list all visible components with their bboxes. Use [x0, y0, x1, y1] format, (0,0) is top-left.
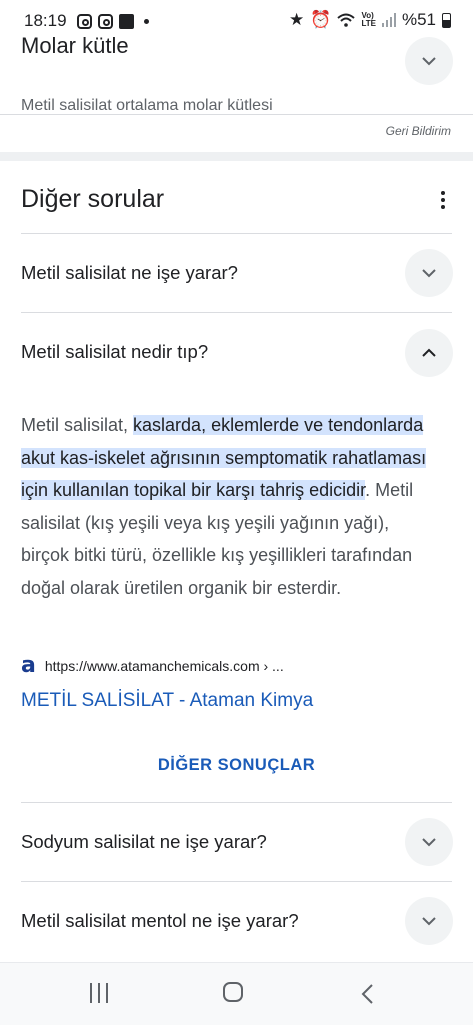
chevron-down-icon	[422, 917, 436, 926]
battery-icon	[442, 12, 451, 28]
section-gap	[0, 152, 473, 161]
home-icon[interactable]	[223, 982, 243, 1002]
source-url: https://www.atamanchemicals.com › ...	[44, 658, 284, 674]
other-questions-title: Diğer sorular	[21, 185, 165, 213]
divider	[21, 312, 452, 313]
wifi-icon	[337, 13, 356, 27]
question-text: Sodyum salisilat ne işe yarar?	[21, 831, 267, 852]
question-text: Metil salisilat ne işe yarar?	[21, 262, 238, 283]
more-results-button[interactable]: DİĞER SONUÇLAR	[0, 756, 473, 775]
chevron-down-icon	[422, 838, 436, 847]
question-expand-button[interactable]	[405, 818, 453, 866]
chevron-down-icon	[422, 57, 436, 66]
molar-mass-subtitle: Metil salisilat ortalama molar kütlesi	[21, 97, 273, 114]
alarm-icon: ⏰	[310, 10, 332, 29]
chevron-up-icon	[422, 348, 436, 357]
battery-percent: %51	[401, 10, 436, 29]
chevron-down-icon	[422, 269, 436, 278]
molar-mass-title: Molar kütle	[21, 33, 129, 58]
system-navigation-bar	[0, 962, 473, 1025]
signal-icon	[381, 13, 396, 27]
question-expand-button[interactable]	[405, 897, 453, 945]
source-title-link[interactable]: METİL SALİSİLAT - Ataman Kimya	[21, 690, 313, 712]
divider	[21, 802, 452, 803]
instagram-icon	[76, 13, 92, 29]
feedback-link[interactable]: Geri Bildirim	[386, 124, 451, 138]
star-icon: ★	[289, 10, 305, 29]
gallery-icon	[118, 13, 134, 29]
clock: 18:19	[24, 11, 67, 30]
question-expand-button[interactable]	[405, 249, 453, 297]
question-text: Metil salisilat nedir tıp?	[21, 341, 209, 362]
question-text: Metil salisilat mentol ne işe yarar?	[21, 910, 299, 931]
more-options-icon[interactable]	[433, 188, 453, 212]
divider	[21, 233, 452, 234]
volte-icon: Vo) LTE	[361, 11, 376, 28]
question-collapse-button[interactable]	[405, 329, 453, 377]
dot-icon	[143, 18, 149, 24]
molar-mass-expand-button[interactable]	[405, 37, 453, 85]
divider	[21, 881, 452, 882]
back-icon[interactable]	[360, 983, 374, 1005]
ataman-logo-icon: a	[21, 653, 36, 678]
answer-text: Metil salisilat, kaslarda, eklemlerde ve…	[21, 415, 427, 598]
divider	[0, 114, 473, 115]
instagram-icon	[97, 13, 113, 29]
source-row[interactable]: a https://www.atamanchemicals.com › ...	[21, 655, 284, 677]
recent-apps-icon[interactable]	[90, 983, 108, 1003]
